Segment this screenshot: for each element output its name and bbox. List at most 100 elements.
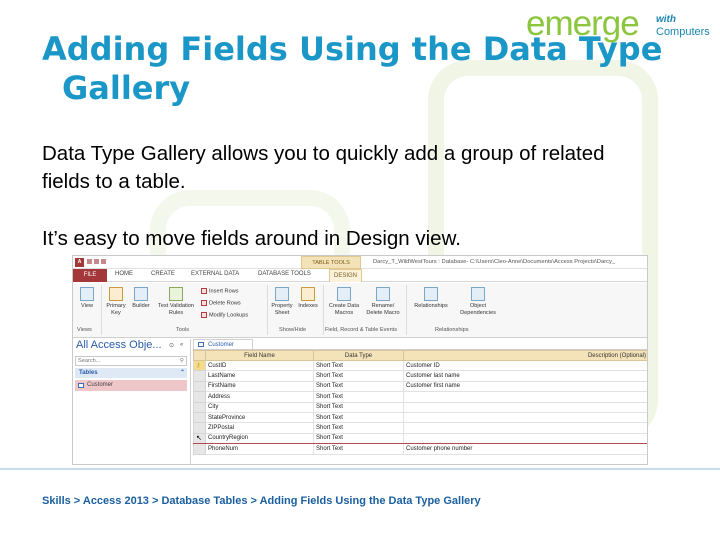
table-row[interactable]: FirstName Short Text Customer first name [193,380,647,393]
relationships-button[interactable]: Relationships [409,287,453,310]
description-cell[interactable] [403,411,647,424]
undo-icon[interactable] [94,259,99,264]
rename-delete-macro-label: Rename/ Delete Macro [366,303,400,316]
row-selector[interactable] [193,370,206,382]
nav-item-label: Customer [87,382,114,388]
table-row[interactable]: ZIPPostal Short Text [193,422,647,434]
save-icon[interactable] [87,259,92,264]
chevron-up-icon[interactable]: ⌃ [180,368,185,378]
redo-icon[interactable] [101,259,106,264]
nav-search-input[interactable]: Search... ⚲ [75,356,187,366]
ribbon: View Primary Key Builder Test Validation… [73,283,647,338]
test-validation-rules-button[interactable]: Test Validation Rules [153,287,199,316]
data-type-cell[interactable]: Short Text [313,443,404,455]
access-app-icon[interactable]: A [75,258,84,267]
create-data-macros-button[interactable]: Create Data Macros [326,287,362,316]
row-selector[interactable] [193,422,206,434]
tab-home[interactable]: HOME [115,271,133,277]
group-label-show-hide: Show/Hide [279,327,307,333]
object-dependencies-button[interactable]: Object Dependencies [455,287,501,316]
data-type-cell[interactable]: Short Text [313,359,404,372]
tab-create[interactable]: CREATE [151,271,175,277]
field-name-cell[interactable]: PhoneNum [205,443,314,455]
tab-design[interactable]: DESIGN [329,269,363,282]
data-type-cell[interactable]: Short Text [313,391,404,403]
description-cell[interactable] [403,422,647,434]
row-selector[interactable] [193,401,206,413]
row-selector[interactable]: ↖ [193,432,206,445]
data-type-cell[interactable]: Short Text [313,411,404,424]
nav-section-label: Tables [79,370,98,376]
indexes-button[interactable]: Indexes [296,287,320,310]
tab-file[interactable]: FILE [73,269,107,282]
table-row[interactable]: ↖ CountryRegion Short Text [193,432,647,445]
builder-icon [134,287,148,301]
description-cell[interactable] [403,401,647,413]
field-name-cell[interactable]: StateProvince [205,411,314,424]
row-selector[interactable] [193,411,206,424]
tab-database-tools[interactable]: DATABASE TOOLS [258,271,311,277]
rename-delete-macro-button[interactable]: Rename/ Delete Macro [365,287,401,316]
table-row[interactable]: Address Short Text [193,391,647,403]
data-type-cell[interactable]: Short Text [313,422,404,434]
create-data-macros-label: Create Data Macros [328,303,360,316]
modify-lookups-label: Modify Lookups [209,312,249,319]
description-cell[interactable]: Customer first name [403,380,647,393]
nav-pane-title[interactable]: All Access Obje... [76,339,162,351]
data-type-cell[interactable]: Short Text [313,370,404,382]
builder-button[interactable]: Builder [130,287,152,310]
modify-lookups-button[interactable]: Modify Lookups [201,312,248,318]
row-selector[interactable] [193,391,206,403]
field-grid: Field Name Data Type Description (Option… [193,350,647,455]
tab-external-data[interactable]: EXTERNAL DATA [191,271,239,277]
field-name-cell[interactable]: FirstName [205,380,314,393]
data-type-cell[interactable]: Short Text [313,432,404,445]
column-header-data-type[interactable]: Data Type [313,350,404,361]
insert-rows-icon [201,288,207,294]
data-type-cell[interactable]: Short Text [313,401,404,413]
slide-paragraph-2: It’s easy to move fields around in Desig… [42,227,461,250]
table-row[interactable]: City Short Text [193,401,647,413]
nav-dropdown-icon[interactable]: ⊙ [169,342,174,349]
delete-rows-icon [201,300,207,306]
relationships-label: Relationships [414,303,448,309]
key-icon: ⚷ [196,363,201,370]
data-type-cell[interactable]: Short Text [313,380,404,393]
nav-collapse-icon[interactable]: « [180,342,183,348]
row-selector[interactable] [193,443,206,455]
title-bar: A TABLE TOOLS Darcy_T_WildWestTours : Da… [73,256,647,269]
description-cell[interactable]: Customer phone number [403,443,647,455]
search-icon[interactable]: ⚲ [180,357,184,365]
property-sheet-button[interactable]: Property Sheet [269,287,295,316]
description-cell[interactable]: Customer last name [403,370,647,382]
table-row[interactable]: LastName Short Text Customer last name [193,370,647,382]
table-icon [78,383,84,388]
primary-key-button[interactable]: Primary Key [103,287,129,316]
table-row[interactable]: PhoneNum Short Text Customer phone numbe… [193,443,647,455]
delete-rows-button[interactable]: Delete Rows [201,300,241,306]
field-name-cell[interactable]: Address [205,391,314,403]
table-row[interactable]: StateProvince Short Text [193,411,647,424]
field-name-cell[interactable]: ZIPPostal [205,422,314,434]
column-header-description[interactable]: Description (Optional) [403,350,647,361]
description-cell[interactable] [403,391,647,403]
primary-key-label: Primary Key [106,303,126,316]
insert-rows-button[interactable]: Insert Rows [201,288,239,294]
group-label-events: Field, Record & Table Events [325,327,398,333]
field-name-cell[interactable]: CustID [205,359,314,372]
view-button[interactable]: View [76,287,98,310]
column-header-field-name[interactable]: Field Name [205,350,314,361]
field-name-cell[interactable]: City [205,401,314,413]
field-name-cell[interactable]: CountryRegion [205,432,314,445]
nav-section-tables[interactable]: Tables ⌃ [75,368,187,378]
description-cell[interactable] [403,432,647,445]
nav-search-placeholder: Search... [78,358,101,364]
group-label-tools: Tools [176,327,190,333]
table-row[interactable]: ⚷ CustID Short Text Customer ID [193,359,647,372]
description-cell[interactable]: Customer ID [403,359,647,372]
field-name-cell[interactable]: LastName [205,370,314,382]
row-selector[interactable]: ⚷ [193,359,206,372]
insert-rows-label: Insert Rows [209,288,239,295]
row-selector[interactable] [193,380,206,393]
nav-item-customer[interactable]: Customer [75,380,187,391]
